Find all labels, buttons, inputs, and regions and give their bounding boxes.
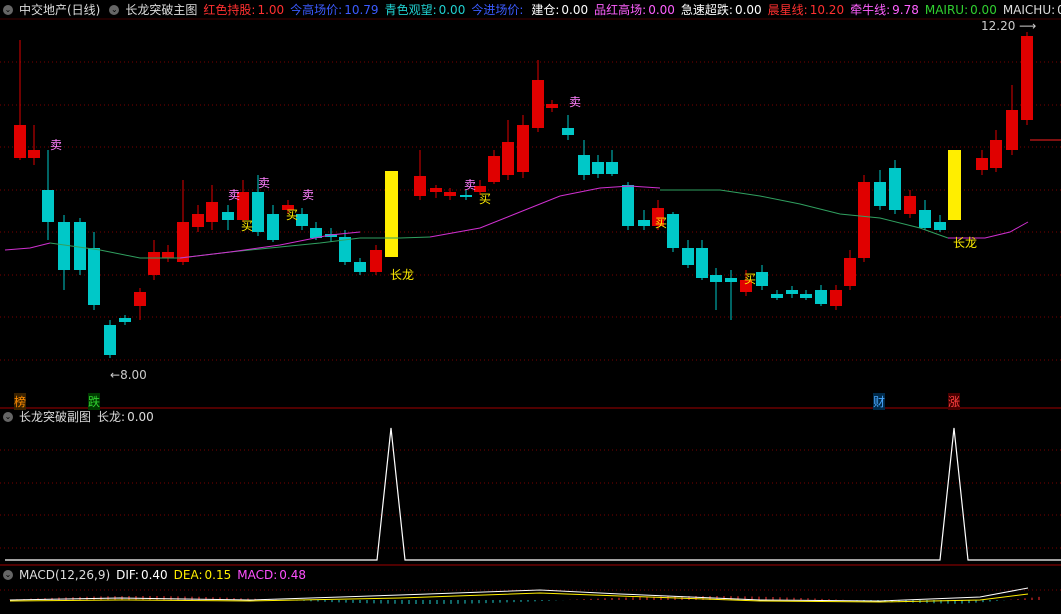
- sub-indicator-label: 长龙:: [97, 410, 126, 424]
- candle-body: [177, 222, 189, 262]
- candle-body: [267, 214, 279, 240]
- dea-value: 0.15: [204, 568, 232, 582]
- candle-body: [488, 156, 500, 182]
- candle-body: [592, 162, 604, 174]
- sell-signal: 卖: [569, 95, 582, 109]
- candle-body: [844, 258, 856, 286]
- candle-body: [74, 222, 86, 270]
- macd-label: MACD:: [237, 568, 278, 582]
- candle-body: [696, 248, 708, 278]
- candle-body: [162, 252, 174, 258]
- candle-body: [919, 210, 931, 228]
- candle-body: [370, 250, 382, 272]
- candle-body: [546, 104, 558, 108]
- sub-indicator-name: 长龙突破副图: [19, 410, 92, 424]
- candle-body: [104, 325, 116, 355]
- long-dragon-bar: [948, 150, 961, 220]
- candle-body: [444, 192, 456, 196]
- sub-indicator-value: 0.00: [127, 410, 154, 424]
- low-price-label: 8.00: [120, 368, 147, 382]
- candle-body: [622, 185, 634, 226]
- candle-body: [222, 212, 234, 220]
- tag-zhang: 涨: [948, 393, 961, 410]
- tag-cai: 财: [873, 393, 886, 410]
- candle-body: [990, 140, 1002, 168]
- candle-body: [815, 290, 827, 304]
- long-dragon-bar: [385, 171, 398, 257]
- candle-body: [976, 158, 988, 170]
- candle-body: [858, 182, 870, 258]
- candle-body: [206, 202, 218, 222]
- long-dragon-label: 长龙: [953, 236, 978, 250]
- sell-signal: 卖: [228, 188, 241, 202]
- candle-body: [562, 128, 574, 135]
- candlestick-chart[interactable]: [0, 0, 1061, 614]
- candle-body: [414, 176, 426, 196]
- candle-body: [904, 196, 916, 214]
- sell-signal: 卖: [50, 138, 63, 152]
- candle-body: [42, 190, 54, 222]
- candle-body: [682, 248, 694, 265]
- candle-body: [192, 214, 204, 227]
- dif-value: 0.40: [140, 568, 168, 582]
- candle-body: [517, 125, 529, 172]
- candle-body: [134, 292, 146, 306]
- candle-body: [725, 278, 737, 282]
- candle-body: [606, 162, 618, 174]
- low-price-mark: ←8.00: [110, 368, 147, 382]
- candle-body: [1021, 36, 1033, 120]
- candle-body: [460, 195, 472, 197]
- candle-body: [889, 168, 901, 210]
- macd-name: MACD(12,26,9): [19, 568, 111, 582]
- dif-line: [9, 587, 1029, 602]
- candle-body: [88, 248, 100, 305]
- ma-line: [4, 242, 51, 251]
- high-price-mark: 12.20 ⟶: [981, 19, 1037, 33]
- candle-body: [430, 188, 442, 192]
- candle-body: [874, 182, 886, 206]
- candle-body: [710, 275, 722, 282]
- buy-signal: 买: [286, 208, 299, 222]
- candle-body: [934, 222, 946, 230]
- dif-label: DIF:: [116, 568, 139, 582]
- sell-signal: 卖: [258, 176, 271, 190]
- candle-body: [252, 192, 264, 232]
- candle-body: [119, 318, 131, 322]
- candle-body: [532, 80, 544, 128]
- sub-chart-header: ⌄ 长龙突破副图 长龙: 0.00: [0, 408, 160, 426]
- chevron-down-icon[interactable]: ⌄: [3, 570, 13, 580]
- candle-body: [1006, 110, 1018, 150]
- candle-body: [638, 220, 650, 226]
- candle-body: [786, 290, 798, 294]
- sell-signal: 卖: [302, 188, 315, 202]
- chevron-down-icon[interactable]: ⌄: [3, 412, 13, 422]
- buy-signal: 买: [655, 216, 668, 230]
- candle-body: [578, 155, 590, 175]
- candle-body: [502, 142, 514, 175]
- candle-body: [148, 252, 160, 275]
- high-price-label: 12.20: [981, 19, 1016, 33]
- sell-signal: 卖: [464, 178, 477, 192]
- candle-body: [830, 290, 842, 306]
- candle-body: [14, 125, 26, 158]
- candle-body: [28, 150, 40, 158]
- buy-signal: 买: [241, 219, 254, 233]
- dea-label: DEA:: [173, 568, 203, 582]
- candle-body: [354, 262, 366, 272]
- candle-body: [800, 294, 812, 298]
- candle-body: [667, 214, 679, 248]
- candle-body: [756, 272, 768, 286]
- buy-signal: 买: [744, 272, 757, 286]
- macd-header: ⌄ MACD(12,26,9) DIF: 0.40 DEA: 0.15 MACD…: [0, 566, 312, 584]
- long-dragon-label: 长龙: [390, 268, 415, 282]
- candle-body: [771, 294, 783, 298]
- long-dragon-signal-line: [5, 427, 1061, 561]
- buy-signal: 买: [479, 192, 492, 206]
- macd-value: 0.48: [279, 568, 306, 582]
